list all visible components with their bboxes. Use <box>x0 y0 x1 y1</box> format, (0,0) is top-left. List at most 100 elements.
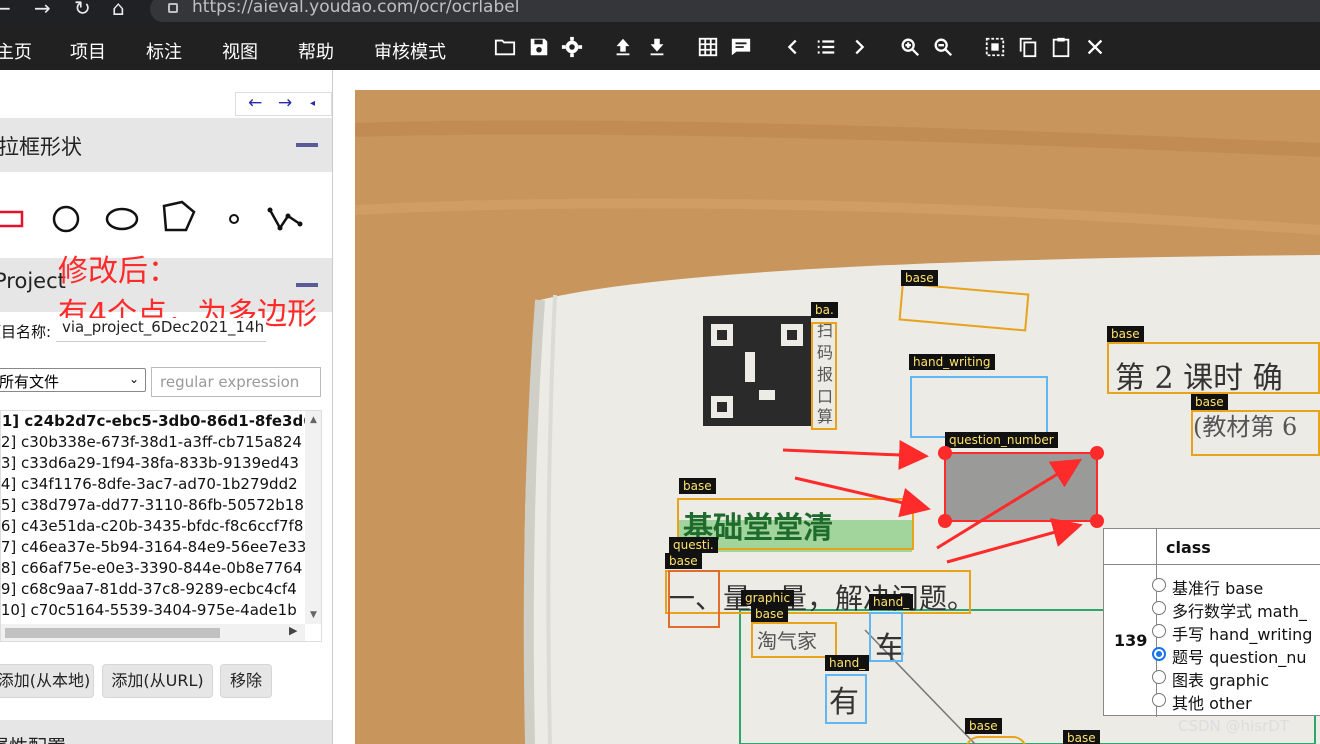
back-icon[interactable]: ← <box>0 0 11 20</box>
polyline-icon[interactable] <box>266 198 306 238</box>
prev-icon[interactable] <box>782 36 804 58</box>
copy-icon[interactable] <box>1017 36 1039 58</box>
region-id: 139 <box>1114 631 1148 650</box>
point-icon[interactable] <box>224 198 244 238</box>
select-all-icon[interactable] <box>984 36 1006 58</box>
next-icon[interactable] <box>848 36 870 58</box>
shape-section-header[interactable]: 拉框形状 <box>0 118 332 172</box>
address-bar[interactable]: https://aieval.youdao.com/ocr/ocrlabel <box>150 0 1320 22</box>
region-box-question-number[interactable] <box>668 570 720 628</box>
polygon-icon[interactable] <box>158 198 198 238</box>
menu-view[interactable]: 视图 <box>222 38 258 64</box>
comment-icon[interactable] <box>730 36 752 58</box>
class-option-hand-writing[interactable]: 手写 hand_writing <box>1152 621 1312 645</box>
list-item[interactable]: [1] c24b2d7c-ebc5-3db0-86d1-8fe3d6 <box>1 411 315 432</box>
project-name-input[interactable]: via_project_6Dec2021_14h <box>56 318 266 342</box>
project-section-title: Project <box>0 269 66 293</box>
radio-button[interactable] <box>1152 578 1166 592</box>
zoom-in-icon[interactable] <box>899 36 921 58</box>
panel-right-arrow-icon[interactable]: → <box>278 93 292 113</box>
scroll-up-icon[interactable]: ▲ <box>310 415 317 425</box>
class-option-other[interactable]: 其他 other <box>1152 690 1252 714</box>
url-text[interactable]: https://aieval.youdao.com/ocr/ocrlabel <box>192 0 519 17</box>
list-item[interactable]: [7] c46ea37e-5b94-3164-84e9-56ee7e33 <box>1 537 315 558</box>
forward-icon[interactable]: → <box>34 0 51 20</box>
region-label: hand_writing <box>909 354 995 370</box>
regex-filter-input[interactable]: regular expression <box>151 367 321 397</box>
add-url-button[interactable]: 添加(从URL) <box>102 664 213 698</box>
radio-button[interactable] <box>1152 693 1166 707</box>
list-item[interactable]: [4] c34f1176-8dfe-3ac7-ad70-1b279dd2 <box>1 474 315 495</box>
menu-bar: 主页 项目 标注 视图 帮助 审核模式 <box>0 26 1320 70</box>
region-label: base <box>901 270 938 286</box>
region-box-hand-writing[interactable] <box>825 674 867 724</box>
panel-collapse-icon[interactable]: ◂ <box>310 98 315 109</box>
region-box-hand-writing[interactable] <box>869 612 903 662</box>
file-filter-select[interactable]: 所有文件 ⌄ <box>0 368 146 392</box>
radio-button[interactable] <box>1152 670 1166 684</box>
panel-left-arrow-icon[interactable]: ← <box>248 93 262 113</box>
scroll-right-icon[interactable]: ▶ <box>289 624 297 637</box>
radio-button[interactable] <box>1152 624 1166 638</box>
grid-icon[interactable] <box>697 36 719 58</box>
qr-code <box>703 316 811 426</box>
list-item[interactable]: [8] c66af75e-e0e3-3390-844e-0b8e7764 <box>1 558 315 579</box>
menu-review-mode[interactable]: 审核模式 <box>374 38 446 64</box>
radio-button[interactable] <box>1152 601 1166 615</box>
region-label: graphic <box>741 590 795 606</box>
class-option-question-number[interactable]: 题号 question_nu <box>1152 644 1307 668</box>
list-item[interactable]: [6] c43e51da-c20b-3435-bfdc-f8c6ccf7f8 <box>1 516 315 537</box>
class-option-math[interactable]: 多行数学式 math_ <box>1152 598 1307 622</box>
annotation-note-line1: 修改后： <box>58 254 178 289</box>
zoom-out-icon[interactable] <box>932 36 954 58</box>
list-item[interactable]: [9] c68c9aa7-81dd-37c8-9289-ecbc4cf4 <box>1 579 315 600</box>
attribute-section-header[interactable]: 属性配置 <box>0 720 332 744</box>
collapse-minus-icon[interactable] <box>296 283 318 287</box>
settings-icon[interactable] <box>561 36 583 58</box>
ellipse-icon[interactable] <box>104 198 142 238</box>
home-icon[interactable]: ⌂ <box>112 0 125 20</box>
list-item[interactable]: [10] c70c5164-5539-3404-975e-4ade1b <box>1 600 315 621</box>
rectangle-icon[interactable] <box>0 198 26 238</box>
region-label: base <box>751 606 788 622</box>
paste-icon[interactable] <box>1050 36 1072 58</box>
menu-home[interactable]: 主页 <box>0 38 32 64</box>
list-icon[interactable] <box>815 36 837 58</box>
file-list[interactable]: [1] c24b2d7c-ebc5-3db0-86d1-8fe3d6 [2] c… <box>0 410 322 642</box>
collapse-minus-icon[interactable] <box>296 143 318 147</box>
class-option-graphic[interactable]: 图表 graphic <box>1152 667 1269 691</box>
scroll-down-icon[interactable]: ▼ <box>310 610 317 620</box>
region-box-base[interactable] <box>1191 410 1320 456</box>
region-label: questi. <box>669 537 718 553</box>
radio-button-selected[interactable] <box>1152 647 1166 661</box>
open-folder-icon[interactable] <box>494 36 516 58</box>
horizontal-scrollbar[interactable]: ▶ <box>1 624 305 641</box>
list-item[interactable]: [2] c30b338e-673f-38d1-a3ff-cb715a824 <box>1 432 315 453</box>
vertical-scrollbar[interactable]: ▲ ▼ <box>305 411 321 624</box>
region-box-base[interactable] <box>1107 342 1320 394</box>
add-local-button[interactable]: 添加(从本地) <box>0 664 94 698</box>
list-item[interactable]: [3] c33d6a29-1f94-38fa-833b-9139ed43 <box>1 453 315 474</box>
remove-button[interactable]: 移除 <box>220 664 272 698</box>
column-divider <box>1156 529 1157 717</box>
region-box-base[interactable] <box>965 736 1027 744</box>
region-box-base[interactable] <box>751 622 837 658</box>
download-icon[interactable] <box>646 36 668 58</box>
menu-project[interactable]: 项目 <box>70 38 106 64</box>
region-label: base <box>1063 730 1100 744</box>
region-box-base[interactable] <box>811 322 837 430</box>
menu-help[interactable]: 帮助 <box>298 38 334 64</box>
region-label: ba. <box>811 302 838 318</box>
list-item[interactable]: [5] c38d797a-dd77-3110-86fb-50572b18 <box>1 495 315 516</box>
save-icon[interactable] <box>528 36 550 58</box>
reload-icon[interactable]: ↻ <box>74 0 91 20</box>
menu-annotate[interactable]: 标注 <box>146 38 182 64</box>
class-option-base[interactable]: 基准行 base <box>1152 575 1263 599</box>
region-box-hand-writing[interactable] <box>910 376 1048 438</box>
scrollbar-thumb[interactable] <box>5 628 220 638</box>
shape-section-title: 拉框形状 <box>0 135 82 159</box>
upload-icon[interactable] <box>612 36 634 58</box>
chevron-down-icon: ⌄ <box>128 372 139 386</box>
circle-icon[interactable] <box>50 198 82 238</box>
delete-icon[interactable] <box>1084 36 1106 58</box>
